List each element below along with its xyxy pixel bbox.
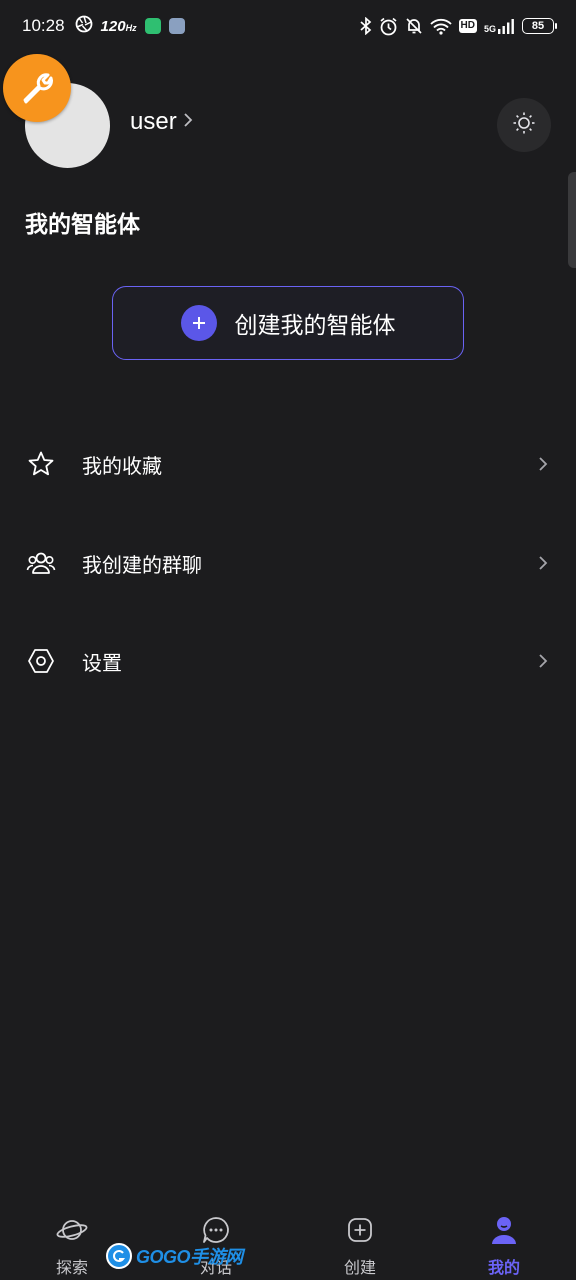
tab-create[interactable]: 创建: [288, 1200, 432, 1280]
plus-square-icon: [344, 1214, 376, 1246]
wrench-icon[interactable]: [3, 54, 71, 122]
watermark-text: GOGO手游网: [136, 1247, 243, 1267]
status-bar: 10:28 120Hz HD 5G 85: [0, 0, 576, 52]
qr-app-icon: [168, 18, 185, 34]
menu-item-my-group-chats[interactable]: 我创建的群聊: [0, 533, 576, 593]
network-type: 5G: [483, 24, 496, 34]
menu-item-label: 设置: [82, 652, 122, 675]
username-row[interactable]: user: [130, 108, 193, 136]
menu-item-label: 我的收藏: [82, 455, 162, 478]
alarm-icon: [379, 17, 398, 36]
chevron-right-icon: [183, 112, 193, 133]
bluetooth-icon: [359, 17, 372, 35]
wifi-icon: [429, 18, 452, 35]
create-agent-button[interactable]: 创建我的智能体: [112, 286, 464, 360]
sun-icon: [512, 111, 536, 140]
chevron-right-icon: [538, 553, 552, 573]
mute-bell-icon: [405, 17, 423, 35]
hd-badge: HD: [458, 19, 477, 33]
person-icon: [488, 1214, 520, 1246]
plus-icon: [180, 305, 217, 341]
watermark: GOGO手游网: [106, 1240, 243, 1272]
chat-app-icon: [144, 18, 161, 34]
refresh-rate-unit: Hz: [125, 22, 137, 33]
refresh-rate-value: 120: [100, 17, 126, 35]
star-icon: [26, 449, 56, 479]
menu-item-label: 我创建的群聊: [82, 554, 202, 577]
shutter-icon: [75, 15, 93, 38]
status-time: 10:28: [22, 16, 65, 35]
section-title-my-agents: 我的智能体: [25, 211, 140, 237]
bottom-nav: 探索 对话 创建 我的: [0, 1200, 576, 1280]
chevron-right-icon: [538, 651, 552, 671]
tab-mine[interactable]: 我的: [432, 1200, 576, 1280]
group-icon: [26, 548, 56, 578]
settings-hexagon-icon: [26, 646, 56, 676]
tab-label: 探索: [55, 1260, 88, 1277]
battery-icon: 85: [522, 18, 557, 34]
theme-toggle-button[interactable]: [497, 98, 551, 152]
planet-icon: [56, 1214, 88, 1246]
menu-item-favorites[interactable]: 我的收藏: [0, 434, 576, 494]
side-drawer-handle[interactable]: [568, 172, 576, 268]
cell-signal: 5G: [484, 18, 515, 34]
signal-bars-icon: [498, 19, 514, 34]
tab-label: 创建: [343, 1260, 376, 1277]
create-agent-label: 创建我的智能体: [234, 312, 396, 338]
tab-label: 我的: [487, 1260, 520, 1277]
refresh-rate: 120Hz: [101, 18, 137, 35]
battery-level: 85: [531, 20, 545, 32]
username[interactable]: user: [130, 108, 177, 136]
chevron-right-icon: [538, 454, 552, 474]
status-left-icons: 120Hz: [75, 15, 185, 38]
menu-item-settings[interactable]: 设置: [0, 631, 576, 691]
watermark-logo-icon: [106, 1243, 132, 1269]
status-right-icons: HD 5G 85: [359, 17, 557, 36]
